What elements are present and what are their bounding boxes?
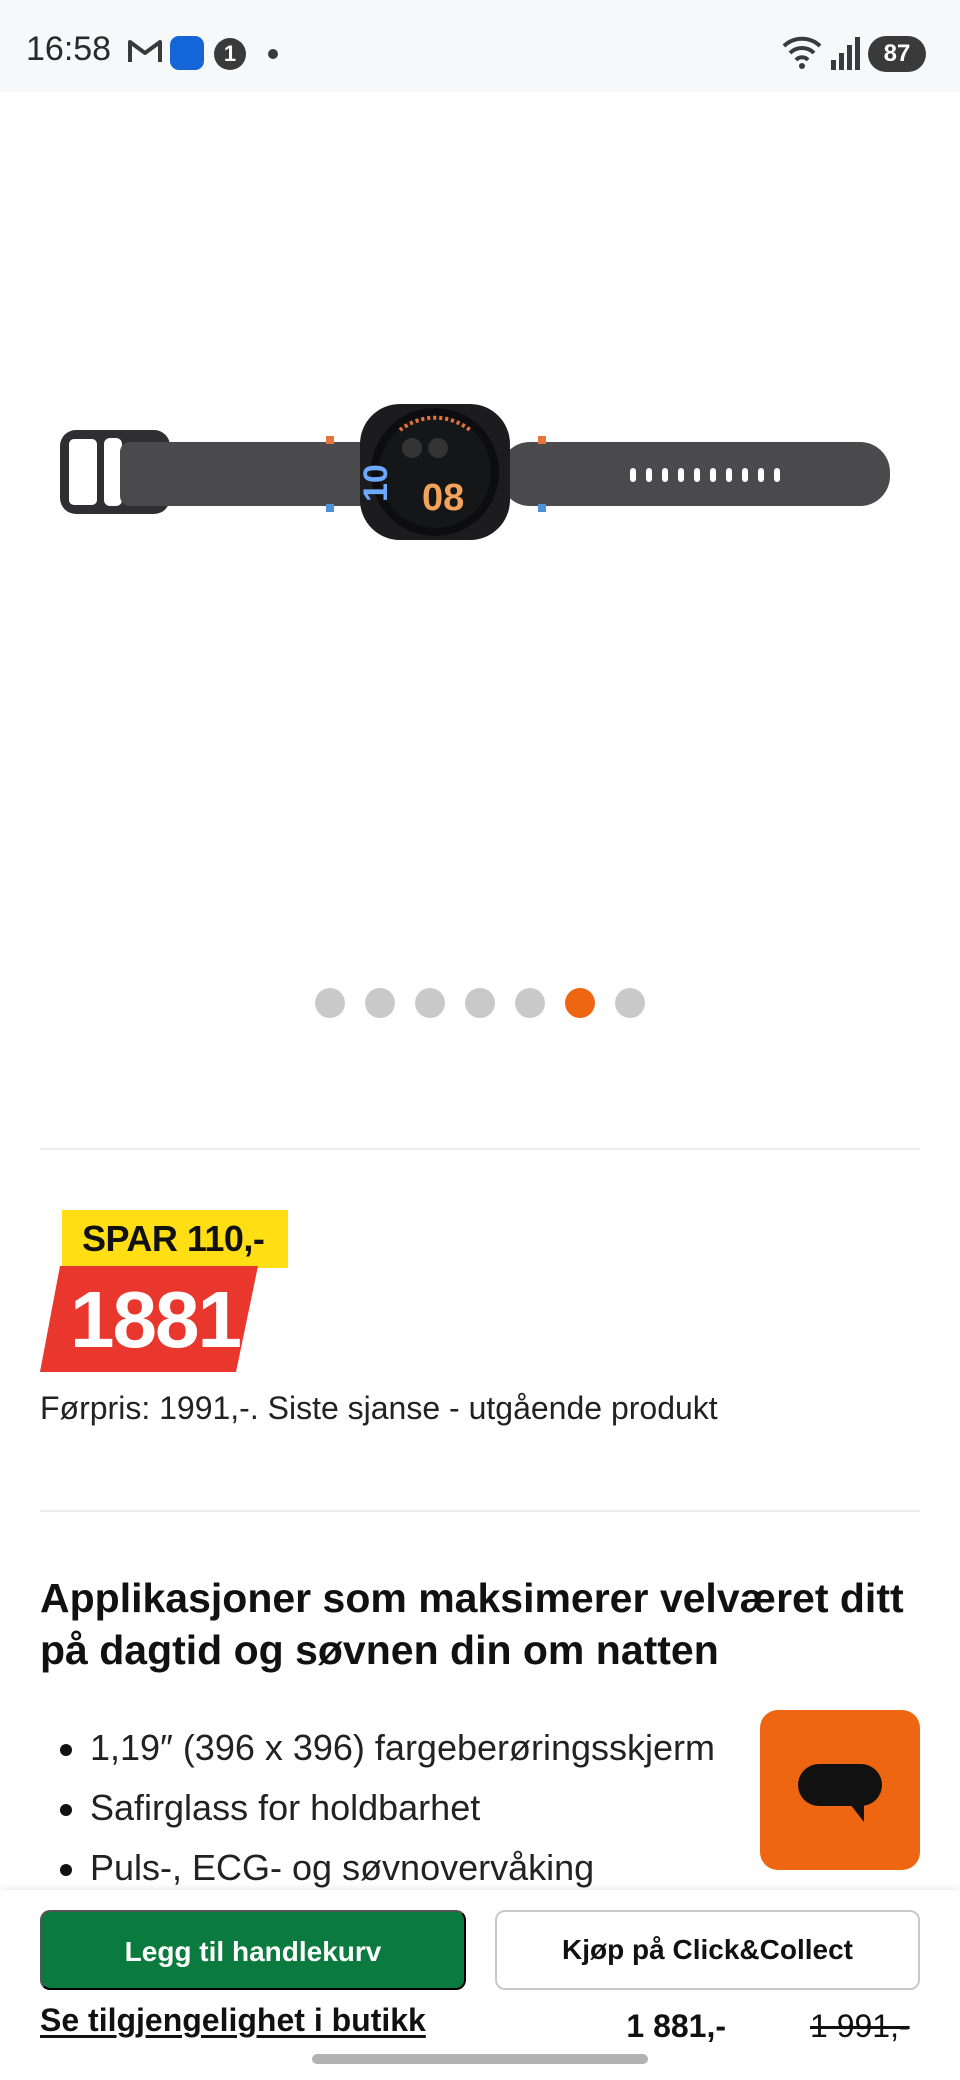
store-availability-link[interactable]: Se tilgjengelighet i butikk [40,2002,426,2039]
dot-icon [268,49,278,59]
feature-list: 1,19″ (396 x 396) fargeberøringsskjerm S… [40,1718,780,1898]
feature-item: 1,19″ (396 x 396) fargeberøringsskjerm [40,1718,780,1778]
add-to-cart-button[interactable]: Legg til handlekurv [40,1910,466,1990]
gmail-icon [128,38,162,64]
svg-text:08: 08 [422,477,464,519]
feature-item: Puls-, ECG- og søvnovervåking [40,1838,780,1898]
previous-price-note: Førpris: 1991,-. Siste sjanse - utgående… [40,1390,718,1426]
product-image-smartwatch[interactable]: 10 08 [60,390,900,540]
click-collect-button[interactable]: Kjøp på Click&Collect [495,1910,920,1990]
chat-button[interactable] [760,1710,920,1870]
product-headline: Applikasjoner som maksimerer velværet di… [40,1575,904,1673]
save-badge: SPAR 110,- [62,1210,288,1268]
divider [40,1510,920,1512]
divider [40,1148,920,1150]
carousel-dot[interactable] [465,988,495,1018]
carousel-dot[interactable] [315,988,345,1018]
bottom-action-bar: Legg til handlekurv Kjøp på Click&Collec… [0,1890,960,2080]
image-carousel-dots [0,988,960,1018]
status-bar: 16:58 1 87 [0,0,960,92]
wifi-icon [780,34,826,70]
status-time: 16:58 [26,30,112,68]
bottom-old-price: 1 991,- [810,2008,910,2044]
price-tag: 1881 [40,1266,260,1372]
battery-icon: 87 [868,36,926,72]
current-price: 1881 [70,1275,242,1364]
notification-count-icon: 1 [214,38,246,70]
carousel-dot[interactable] [415,988,445,1018]
svg-text:10: 10 [357,464,395,502]
bottom-current-price: 1 881,- [626,2008,726,2044]
carousel-dot-active[interactable] [565,988,595,1018]
feature-item: Safirglass for holdbarhet [40,1778,780,1838]
carousel-dot[interactable] [365,988,395,1018]
chat-bubble-icon [798,1764,882,1822]
signal-icon [830,36,862,70]
home-indicator[interactable] [312,2054,648,2064]
carousel-dot[interactable] [615,988,645,1018]
carousel-dot[interactable] [515,988,545,1018]
app-icon [170,36,204,70]
